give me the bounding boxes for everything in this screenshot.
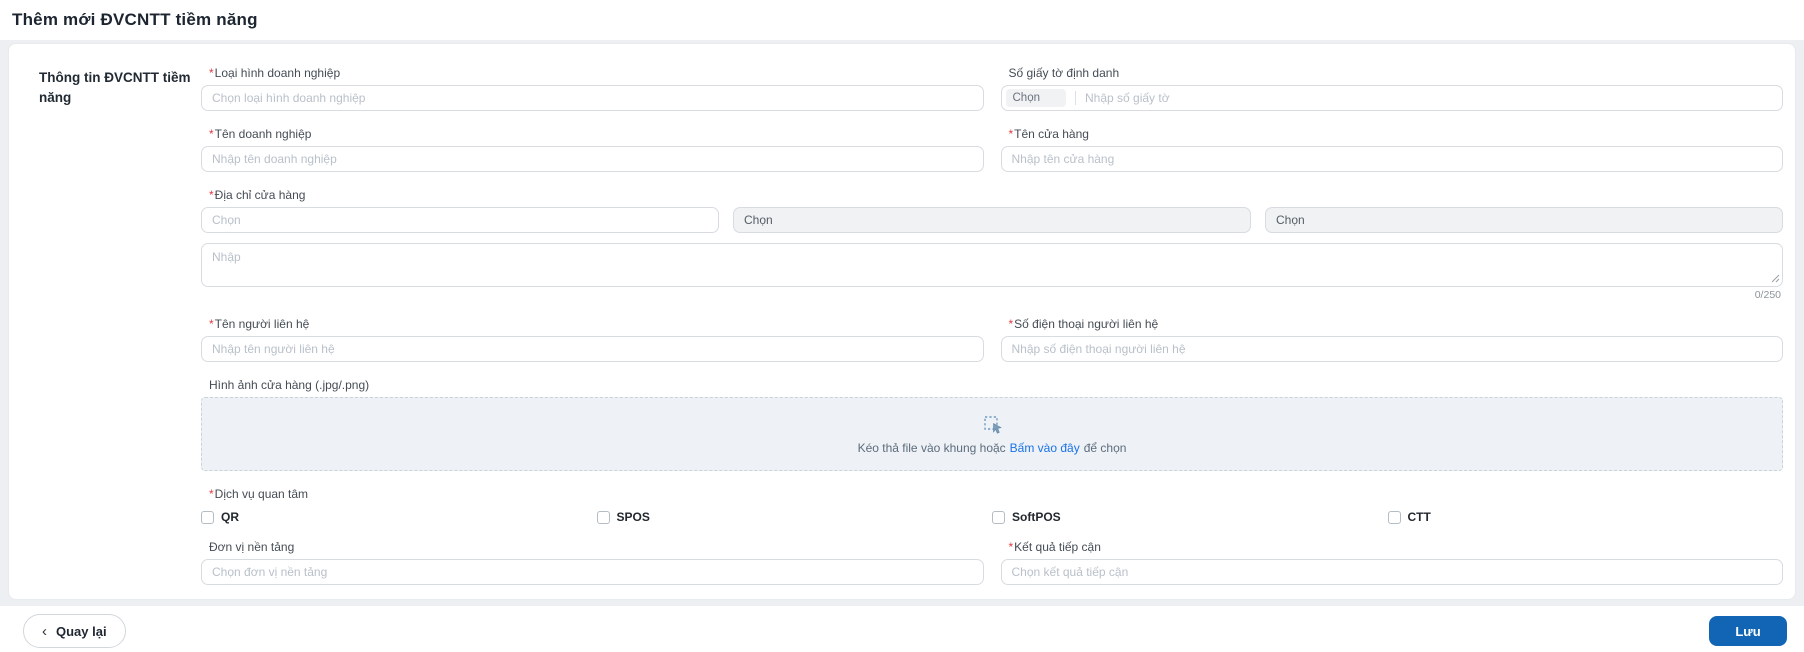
section-title: Thông tin ĐVCNTT tiềm năng	[39, 70, 191, 105]
field-label: Số giấy tờ định danh	[1001, 66, 1784, 80]
field-approach-result: * Kết quả tiếp cận Chọn kết quả tiếp cận	[1000, 540, 1784, 585]
service-option-ctt[interactable]: CTT	[1387, 510, 1784, 524]
field-contact-name: * Tên người liên hệ	[201, 317, 984, 362]
field-store-address: * Địa chỉ cửa hàng Chọn Chọn Chọn Nhập 0…	[201, 188, 1783, 301]
back-button[interactable]: ‹ Quay lại	[23, 614, 126, 648]
required-mark: *	[209, 487, 214, 501]
required-mark: *	[1008, 317, 1014, 331]
store-name-input[interactable]	[1011, 147, 1772, 171]
required-mark: *	[209, 188, 214, 202]
dropzone-text-after: để chọn	[1083, 441, 1127, 455]
field-business-type: * Loại hình doanh nghiệp Chọn loại hình …	[201, 66, 984, 111]
address-ward-select[interactable]: Chọn	[1265, 207, 1783, 233]
field-label: * Kết quả tiếp cận	[1001, 540, 1784, 554]
contact-name-label: Tên người liên hệ	[214, 317, 310, 331]
dropzone-browse-link[interactable]: Bấm vào đây	[1010, 441, 1080, 455]
field-label: * Tên doanh nghiệp	[201, 127, 984, 141]
required-mark: *	[209, 66, 214, 80]
section-column: Thông tin ĐVCNTT tiềm năng	[39, 66, 201, 585]
page-title: Thêm mới ĐVCNTT tiềm năng	[12, 10, 258, 29]
address-detail-wrap	[201, 243, 1783, 287]
image-dropzone[interactable]: Kéo thả file vào khung hoặc Bấm vào đây …	[201, 397, 1783, 471]
char-counter: 0/250	[1754, 289, 1781, 301]
required-mark: *	[209, 127, 214, 141]
service-option-label: SoftPOS	[1012, 510, 1061, 524]
address-detail-textarea[interactable]	[201, 243, 1783, 287]
identity-doc-type-placeholder: Chọn	[1012, 92, 1041, 104]
approach-result-placeholder: Chọn kết quả tiếp cận	[1011, 565, 1129, 579]
store-address-label: Địa chỉ cửa hàng	[214, 188, 306, 202]
field-label: * Tên cửa hàng	[1001, 127, 1784, 141]
checkbox-icon[interactable]	[596, 510, 610, 524]
contact-phone-label: Số điện thoại người liên hệ	[1014, 317, 1159, 331]
platform-unit-placeholder: Chọn đơn vị nền tảng	[212, 565, 328, 579]
checkbox-icon[interactable]	[1387, 510, 1401, 524]
chevron-left-icon: ‹	[42, 622, 47, 640]
field-platform-unit: Đơn vị nền tảng Chọn đơn vị nền tảng	[201, 540, 984, 585]
business-name-input-wrap	[201, 146, 984, 172]
required-mark: *	[1008, 540, 1014, 554]
field-label: * Số điện thoại người liên hệ	[1001, 317, 1784, 331]
business-type-label: Loại hình doanh nghiệp	[214, 66, 341, 80]
identity-doc-label: Số giấy tờ định danh	[1008, 66, 1120, 80]
field-label: Hình ảnh cửa hàng (.jpg/.png)	[201, 378, 1783, 392]
contact-name-input[interactable]	[212, 337, 973, 361]
address-province-placeholder: Chọn	[212, 213, 241, 227]
address-district-select[interactable]: Chọn	[733, 207, 1251, 233]
address-province-select[interactable]: Chọn	[201, 207, 719, 233]
page-header: Thêm mới ĐVCNTT tiềm năng	[0, 0, 1804, 40]
address-ward-placeholder: Chọn	[1276, 213, 1305, 227]
field-label: Đơn vị nền tảng	[201, 540, 984, 554]
contact-phone-input[interactable]	[1011, 337, 1772, 361]
form-card: Thông tin ĐVCNTT tiềm năng * Loại hình d…	[8, 43, 1796, 600]
service-option-softpos[interactable]: SoftPOS	[992, 510, 1388, 524]
store-image-label: Hình ảnh cửa hàng (.jpg/.png)	[209, 378, 370, 392]
drag-select-icon	[983, 416, 1002, 434]
service-option-spos[interactable]: SPOS	[596, 510, 993, 524]
approach-result-select[interactable]: Chọn kết quả tiếp cận	[1000, 559, 1783, 585]
service-option-label: SPOS	[616, 510, 650, 524]
service-option-qr[interactable]: QR	[201, 510, 597, 524]
platform-unit-select[interactable]: Chọn đơn vị nền tảng	[201, 559, 984, 585]
identity-doc-input-group: Chọn	[1000, 85, 1783, 111]
approach-result-label: Kết quả tiếp cận	[1014, 540, 1101, 554]
back-button-label: Quay lại	[56, 623, 107, 639]
store-name-input-wrap	[1000, 146, 1783, 172]
field-store-name: * Tên cửa hàng	[1000, 127, 1784, 172]
contact-phone-input-wrap	[1000, 336, 1783, 362]
required-mark: *	[209, 317, 214, 331]
identity-doc-number-input[interactable]	[1085, 86, 1772, 110]
field-business-name: * Tên doanh nghiệp	[201, 127, 984, 172]
field-label: * Địa chỉ cửa hàng	[201, 188, 1783, 202]
business-type-select[interactable]: Chọn loại hình doanh nghiệp	[201, 85, 984, 111]
store-name-label: Tên cửa hàng	[1014, 127, 1089, 141]
field-contact-phone: * Số điện thoại người liên hệ	[1000, 317, 1784, 362]
business-name-label: Tên doanh nghiệp	[214, 127, 312, 141]
contact-name-input-wrap	[201, 336, 984, 362]
field-label: * Tên người liên hệ	[201, 317, 984, 331]
business-type-placeholder: Chọn loại hình doanh nghiệp	[212, 91, 366, 105]
checkbox-icon[interactable]	[992, 510, 1005, 524]
field-store-image: Hình ảnh cửa hàng (.jpg/.png) Kéo thả fi…	[201, 378, 1783, 471]
footer-bar: ‹ Quay lại Lưu	[0, 606, 1804, 652]
divider	[1075, 91, 1076, 105]
field-label: * Dịch vụ quan tâm	[201, 487, 1783, 501]
field-identity-doc: Số giấy tờ định danh Chọn	[1000, 66, 1784, 111]
checkbox-icon[interactable]	[201, 510, 214, 524]
required-mark: *	[1008, 127, 1014, 141]
dropzone-text-before: Kéo thả file vào khung hoặc	[857, 441, 1006, 455]
address-district-placeholder: Chọn	[744, 213, 773, 227]
business-name-input[interactable]	[212, 147, 973, 171]
identity-doc-type-select[interactable]: Chọn	[1005, 89, 1066, 107]
service-option-label: CTT	[1407, 510, 1431, 524]
service-option-label: QR	[221, 510, 239, 524]
field-label: * Loại hình doanh nghiệp	[201, 66, 984, 80]
save-button[interactable]: Lưu	[1709, 616, 1787, 646]
dropzone-text: Kéo thả file vào khung hoặc Bấm vào đây …	[858, 441, 1127, 455]
field-services: * Dịch vụ quan tâm QR SPOS SoftPOS CTT	[201, 487, 1783, 524]
services-label: Dịch vụ quan tâm	[214, 487, 309, 501]
platform-unit-label: Đơn vị nền tảng	[209, 540, 295, 554]
form-column: * Loại hình doanh nghiệp Chọn loại hình …	[201, 66, 1783, 585]
